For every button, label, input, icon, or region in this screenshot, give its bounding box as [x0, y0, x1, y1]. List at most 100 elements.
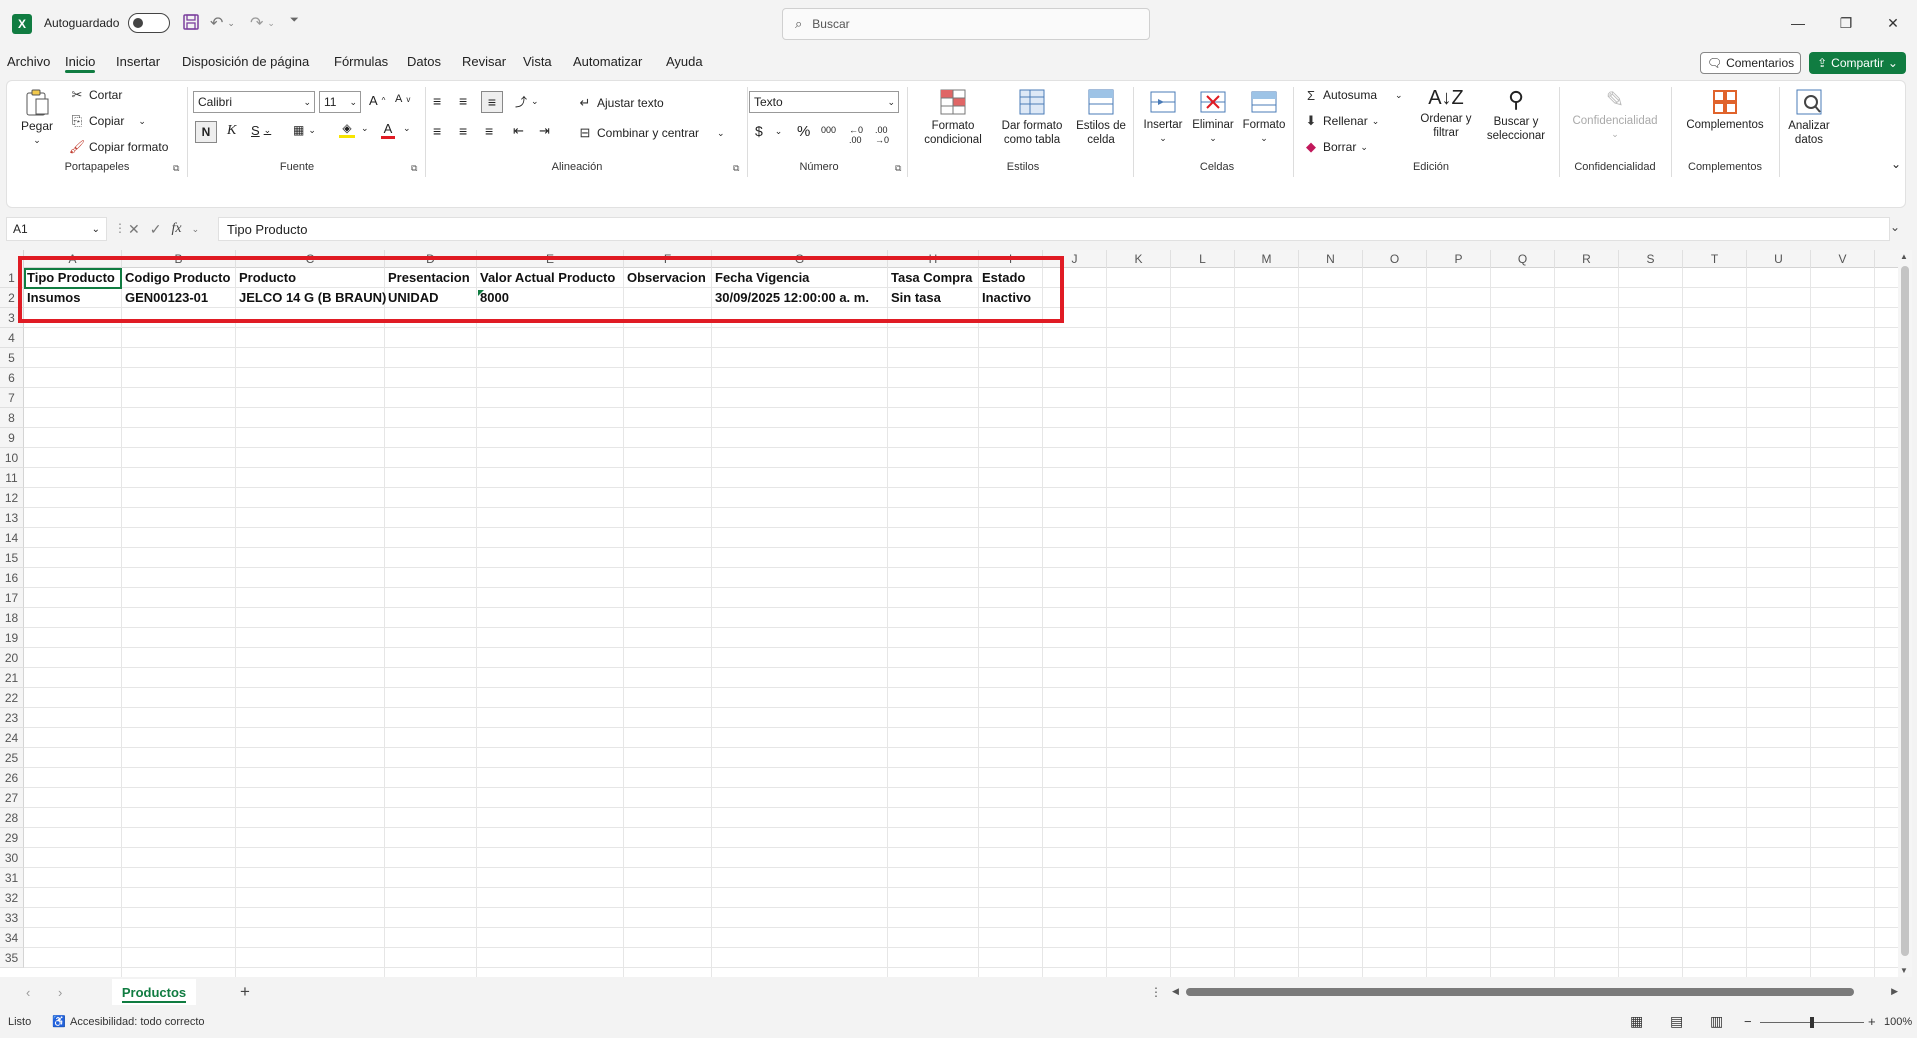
- align-bottom-icon[interactable]: ≡: [481, 91, 503, 113]
- format-painter-button[interactable]: 🖌 Copiar formato: [69, 139, 169, 155]
- cell-styles-button[interactable]: Estilos de celda: [1071, 87, 1131, 147]
- dialog-launcher-icon[interactable]: ⧉: [411, 163, 417, 174]
- redo-icon[interactable]: ↷ ⌄: [250, 13, 275, 33]
- sensitivity-button[interactable]: ✎ Confidencialidad ⌄: [1565, 87, 1665, 140]
- undo-icon[interactable]: ↶ ⌄: [210, 13, 235, 33]
- add-sheet-button[interactable]: +: [240, 982, 250, 1002]
- cell-A2[interactable]: Insumos: [24, 288, 80, 308]
- orientation-icon[interactable]: ⤴ ⌄: [515, 93, 539, 110]
- column-header-L[interactable]: L: [1171, 250, 1235, 268]
- align-middle-icon[interactable]: ≡: [459, 93, 467, 109]
- row-header-16[interactable]: 16: [0, 568, 24, 588]
- comments-button[interactable]: 🗨 Comentarios: [1700, 52, 1801, 74]
- name-box[interactable]: A1 ⌄: [6, 217, 107, 241]
- decrease-decimal-icon[interactable]: .00 →0: [875, 125, 889, 145]
- find-select-button[interactable]: ⚲ Buscar y seleccionar: [1481, 87, 1551, 143]
- tab-revisar[interactable]: Revisar: [462, 54, 506, 69]
- comma-style-icon[interactable]: 000: [821, 125, 836, 135]
- zoom-level[interactable]: 100%: [1884, 1016, 1912, 1028]
- row-header-21[interactable]: 21: [0, 668, 24, 688]
- number-format-select[interactable]: Texto ⌄: [749, 91, 899, 113]
- row-header-32[interactable]: 32: [0, 888, 24, 908]
- column-header-G[interactable]: G: [712, 250, 888, 268]
- tab-insertar[interactable]: Insertar: [116, 54, 160, 69]
- prev-sheet-icon[interactable]: ‹: [26, 985, 30, 1000]
- delete-cells-button[interactable]: Eliminar ⌄: [1189, 87, 1237, 144]
- row-header-34[interactable]: 34: [0, 928, 24, 948]
- decrease-font-icon[interactable]: Av: [395, 93, 410, 105]
- row-header-35[interactable]: 35: [0, 948, 24, 968]
- row-header-33[interactable]: 33: [0, 908, 24, 928]
- column-header-E[interactable]: E: [477, 250, 624, 268]
- increase-decimal-icon[interactable]: ←0.00: [849, 125, 863, 145]
- column-header-K[interactable]: K: [1107, 250, 1171, 268]
- accessibility-status[interactable]: Accesibilidad: todo correcto: [70, 1016, 205, 1028]
- cell-I2[interactable]: Inactivo: [979, 288, 1031, 308]
- row-header-13[interactable]: 13: [0, 508, 24, 528]
- cell-H2[interactable]: Sin tasa: [888, 288, 941, 308]
- row-header-29[interactable]: 29: [0, 828, 24, 848]
- format-as-table-button[interactable]: Dar formato como tabla: [995, 87, 1069, 147]
- column-header-D[interactable]: D: [385, 250, 477, 268]
- percent-icon[interactable]: %: [797, 123, 810, 140]
- row-header-7[interactable]: 7: [0, 388, 24, 408]
- cut-button[interactable]: ✂ Cortar: [69, 87, 123, 103]
- cell-B2[interactable]: GEN00123-01: [122, 288, 208, 308]
- row-header-10[interactable]: 10: [0, 448, 24, 468]
- scroll-right-icon[interactable]: ▶: [1891, 986, 1898, 997]
- sheet-tab-productos[interactable]: Productos: [112, 979, 196, 1005]
- column-header-H[interactable]: H: [888, 250, 979, 268]
- row-header-14[interactable]: 14: [0, 528, 24, 548]
- column-header-B[interactable]: B: [122, 250, 236, 268]
- expand-formula-icon[interactable]: ⌄: [1890, 220, 1900, 234]
- cell-E1[interactable]: Valor Actual Producto: [477, 268, 615, 288]
- column-header-N[interactable]: N: [1299, 250, 1363, 268]
- chevron-down-icon[interactable]: ⌄: [361, 123, 369, 134]
- dialog-launcher-icon[interactable]: ⧉: [173, 163, 179, 174]
- row-header-19[interactable]: 19: [0, 628, 24, 648]
- row-header-23[interactable]: 23: [0, 708, 24, 728]
- column-header-O[interactable]: O: [1363, 250, 1427, 268]
- cell-C1[interactable]: Producto: [236, 268, 296, 288]
- cancel-icon[interactable]: ✕: [128, 221, 140, 238]
- row-header-31[interactable]: 31: [0, 868, 24, 888]
- page-layout-icon[interactable]: ▤: [1670, 1013, 1683, 1030]
- row-header-12[interactable]: 12: [0, 488, 24, 508]
- currency-icon[interactable]: $ ⌄: [755, 123, 782, 139]
- column-header-V[interactable]: V: [1811, 250, 1875, 268]
- row-header-5[interactable]: 5: [0, 348, 24, 368]
- vertical-scroll-thumb[interactable]: [1901, 266, 1909, 956]
- row-header-20[interactable]: 20: [0, 648, 24, 668]
- underline-button[interactable]: S ⌄: [251, 123, 271, 138]
- row-header-17[interactable]: 17: [0, 588, 24, 608]
- align-center-icon[interactable]: ≡: [459, 123, 467, 139]
- format-cells-button[interactable]: Formato ⌄: [1239, 87, 1289, 144]
- row-header-1[interactable]: 1: [0, 268, 24, 288]
- column-header-I[interactable]: I: [979, 250, 1043, 268]
- increase-font-icon[interactable]: A ^: [369, 93, 385, 108]
- row-header-25[interactable]: 25: [0, 748, 24, 768]
- share-button[interactable]: ⇪ Compartir ⌄: [1809, 52, 1906, 74]
- increase-indent-icon[interactable]: ⇥: [539, 123, 550, 139]
- tab-automatizar[interactable]: Automatizar: [573, 54, 642, 69]
- font-name-select[interactable]: Calibri ⌄: [193, 91, 315, 113]
- customize-toolbar-icon[interactable]: ⏷: [290, 14, 299, 27]
- horizontal-scrollbar[interactable]: ◀ ▶: [1172, 985, 1898, 999]
- conditional-format-button[interactable]: Formato condicional: [913, 87, 993, 147]
- column-header-C[interactable]: C: [236, 250, 385, 268]
- zoom-out-icon[interactable]: −: [1744, 1014, 1752, 1029]
- zoom-slider[interactable]: [1760, 1017, 1864, 1028]
- column-header-P[interactable]: P: [1427, 250, 1491, 268]
- row-header-28[interactable]: 28: [0, 808, 24, 828]
- column-header-T[interactable]: T: [1683, 250, 1747, 268]
- tab-disposicion[interactable]: Disposición de página: [182, 54, 309, 69]
- tab-splitter-icon[interactable]: ⋮: [1150, 985, 1162, 999]
- search-input[interactable]: ⌕ Buscar: [782, 8, 1150, 40]
- insert-function-icon[interactable]: fx: [171, 221, 181, 237]
- column-header-R[interactable]: R: [1555, 250, 1619, 268]
- zoom-slider-thumb[interactable]: [1810, 1017, 1814, 1028]
- align-left-icon[interactable]: ≡: [433, 123, 441, 139]
- next-sheet-icon[interactable]: ›: [58, 985, 62, 1000]
- page-break-icon[interactable]: ▥: [1710, 1013, 1723, 1030]
- dialog-launcher-icon[interactable]: ⧉: [733, 163, 739, 174]
